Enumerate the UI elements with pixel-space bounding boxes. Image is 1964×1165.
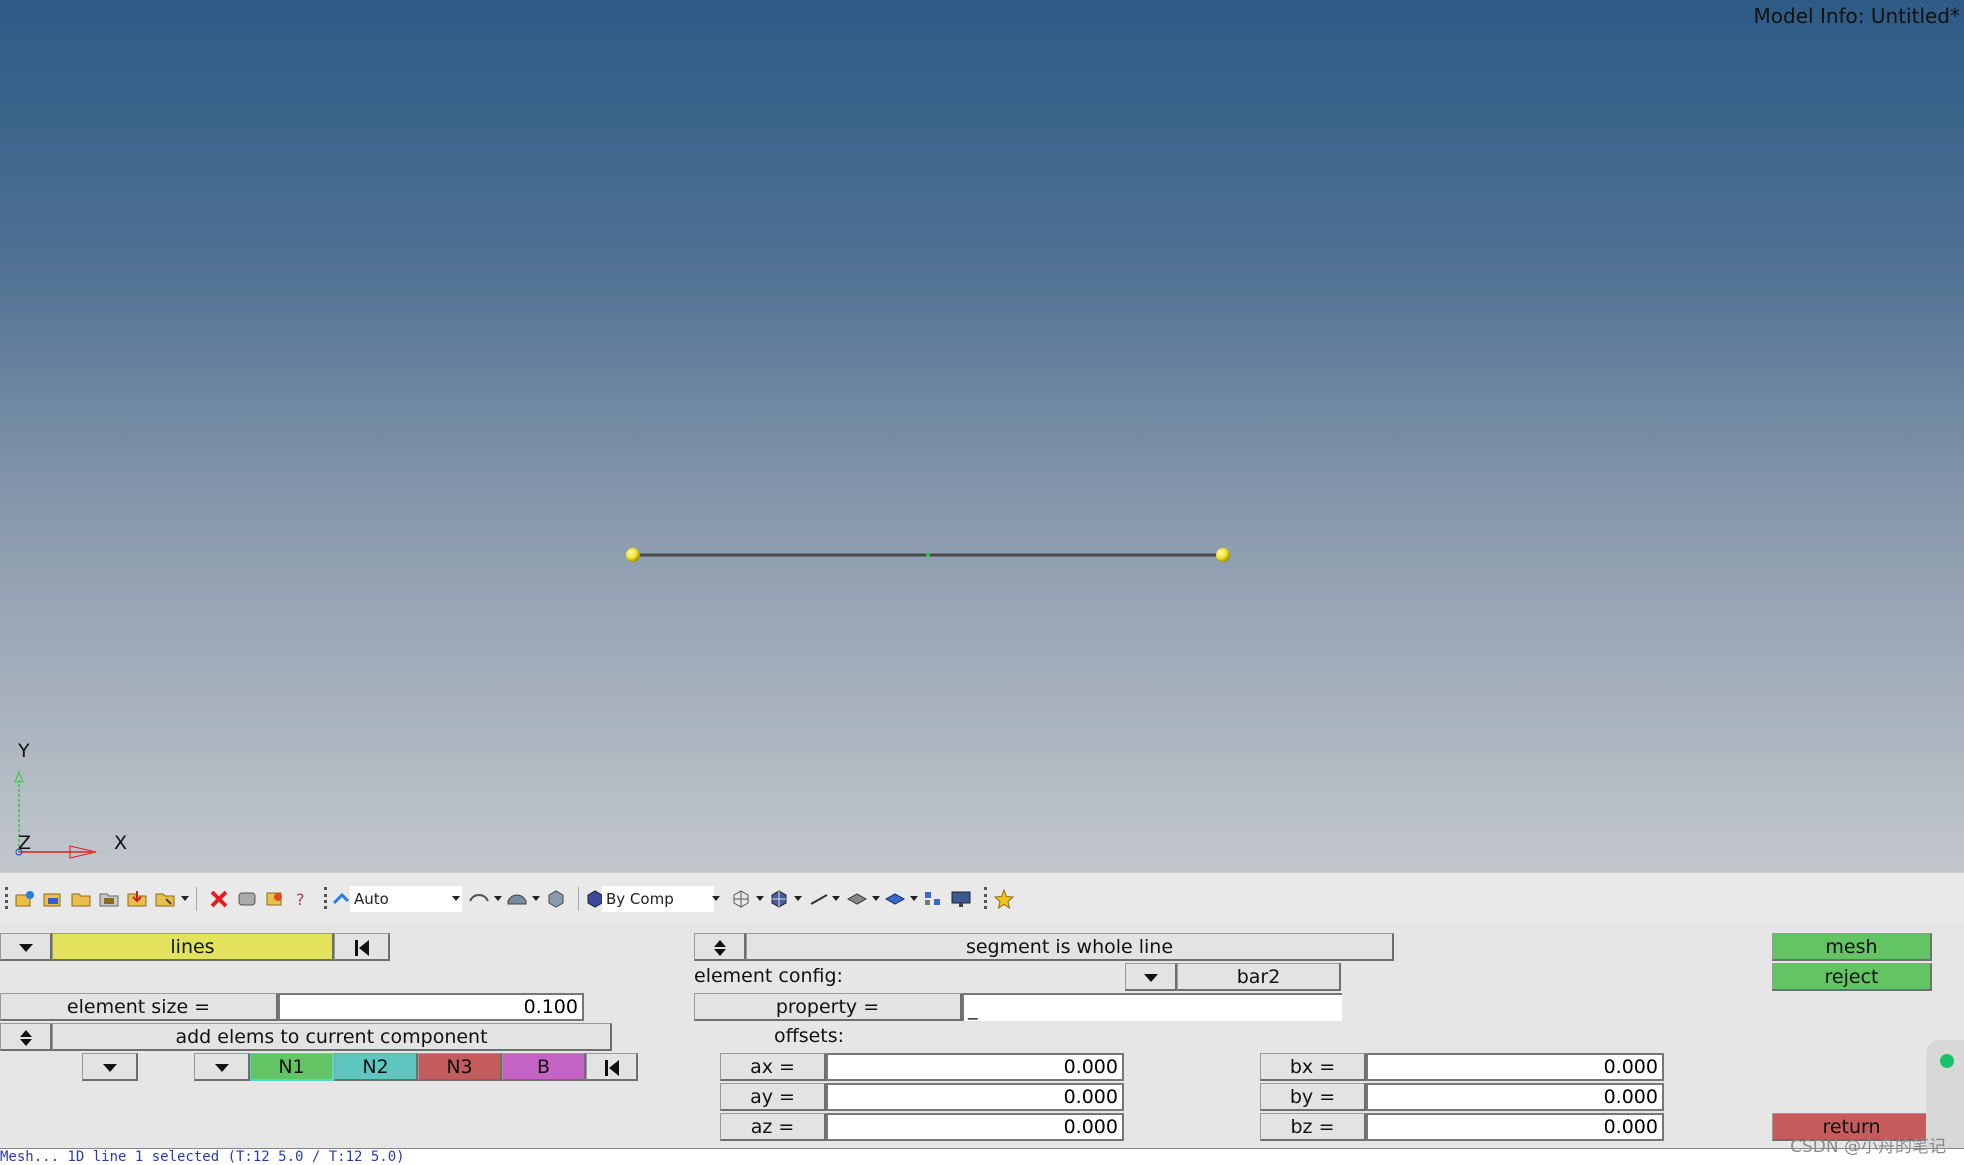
x-axis-label: X — [114, 832, 128, 854]
status-bar: Mesh... 1D line 1 selected (T:12 5.0 / T… — [0, 1148, 1964, 1165]
element-config-value[interactable]: bar2 — [1177, 963, 1341, 991]
watermark: CSDN @小舟的笔记 — [1790, 1137, 1946, 1157]
export-icon[interactable] — [126, 889, 148, 909]
orientation-vector-dropdown[interactable] — [194, 1053, 250, 1081]
element-size-label: element size = — [0, 993, 278, 1021]
element-display-caret[interactable] — [910, 896, 918, 901]
numbers-icon[interactable]: ? — [292, 889, 314, 909]
open-model-icon[interactable] — [42, 889, 64, 909]
by-label: by = — [1260, 1083, 1366, 1111]
graphics-viewport[interactable]: Model Info: Untitled* Y X Z — [0, 0, 1964, 872]
bx-label: bx = — [1260, 1053, 1366, 1081]
chevron-down-icon — [1143, 973, 1158, 982]
n2-button[interactable]: N2 — [334, 1053, 418, 1081]
component-option[interactable]: add elems to current component — [52, 1023, 612, 1051]
lines-reset-button[interactable] — [334, 933, 390, 961]
element-config-dropdown[interactable] — [1125, 963, 1177, 991]
lines-selector[interactable]: lines — [52, 933, 334, 961]
orientation-reset-button[interactable] — [586, 1053, 638, 1081]
line-display-icon[interactable] — [808, 889, 830, 909]
plane-display-caret[interactable] — [872, 896, 880, 901]
shaded-elements-icon[interactable] — [768, 889, 790, 909]
display-monitor-icon[interactable] — [950, 889, 972, 909]
new-model-icon[interactable] — [14, 889, 36, 909]
mesh-button[interactable]: mesh — [1772, 933, 1932, 961]
surface-display-caret[interactable] — [756, 896, 764, 901]
node-start — [626, 548, 640, 562]
node-end — [1216, 548, 1230, 562]
wireframe-icon[interactable] — [468, 889, 490, 909]
export-dropdown-caret[interactable] — [181, 896, 189, 901]
ay-field[interactable] — [826, 1083, 1124, 1111]
color-mode-select[interactable]: By Comp — [602, 886, 714, 912]
az-label: az = — [720, 1113, 826, 1141]
cycle-icon — [19, 1029, 32, 1046]
line-display-caret[interactable] — [832, 896, 840, 901]
z-axis-label: Z — [18, 832, 32, 854]
connectors-icon[interactable] — [922, 889, 944, 909]
ay-label: ay = — [720, 1083, 826, 1111]
az-field[interactable] — [826, 1113, 1124, 1141]
delete-icon[interactable] — [208, 889, 230, 909]
reset-first-icon — [354, 939, 369, 956]
solid-display-icon[interactable] — [545, 889, 567, 909]
toolbar-grip[interactable] — [984, 887, 990, 909]
wireframe-caret[interactable] — [494, 896, 502, 901]
toolbar-grip[interactable] — [5, 887, 11, 909]
ax-label: ax = — [720, 1053, 826, 1081]
import-icon[interactable] — [98, 889, 120, 909]
line-midpoint — [926, 553, 930, 557]
find-icon[interactable] — [264, 889, 286, 909]
model-line[interactable] — [0, 0, 1964, 872]
visual-mode-select[interactable]: Auto — [350, 886, 462, 912]
shaded-elements-caret[interactable] — [794, 896, 802, 901]
export-menu-icon[interactable] — [154, 889, 176, 909]
segment-option[interactable]: segment is whole line — [746, 933, 1394, 961]
visual-mode-caret[interactable] — [452, 896, 460, 901]
reject-button[interactable]: reject — [1772, 963, 1932, 991]
color-mode-caret[interactable] — [712, 896, 720, 901]
mesh-panel: lines segment is whole line mesh element… — [0, 922, 1964, 1164]
chevron-down-icon — [102, 1063, 117, 1072]
main-toolbar: ? Auto By Comp — [0, 872, 1964, 923]
bx-field[interactable] — [1366, 1053, 1664, 1081]
property-selector[interactable]: property = — [694, 993, 962, 1021]
shaded-surface-caret[interactable] — [532, 896, 540, 901]
y-axis-label: Y — [18, 740, 30, 762]
ax-field[interactable] — [826, 1053, 1124, 1081]
offsets-label: offsets: — [774, 1025, 845, 1047]
status-light-icon — [1940, 1054, 1954, 1068]
reset-first-icon — [604, 1059, 619, 1076]
element-size-field[interactable] — [278, 993, 584, 1021]
bz-field[interactable] — [1366, 1113, 1664, 1141]
component-option-toggle[interactable] — [0, 1023, 52, 1051]
chevron-down-icon — [214, 1063, 229, 1072]
surface-display-icon[interactable] — [730, 889, 752, 909]
mask-icon[interactable] — [236, 889, 258, 909]
segment-option-toggle[interactable] — [694, 933, 746, 961]
n3-button[interactable]: N3 — [418, 1053, 502, 1081]
b-button[interactable]: B — [502, 1053, 586, 1081]
cycle-icon — [713, 939, 726, 956]
toolbar-separator — [196, 887, 197, 911]
element-display-icon[interactable] — [884, 889, 906, 909]
shaded-surface-icon[interactable] — [506, 889, 528, 909]
toolbar-separator — [578, 887, 579, 911]
open-folder-icon[interactable] — [70, 889, 92, 909]
svg-text:?: ? — [296, 890, 305, 909]
plane-display-icon[interactable] — [846, 889, 868, 909]
favorite-star-icon[interactable] — [993, 889, 1015, 909]
by-field[interactable] — [1366, 1083, 1664, 1111]
property-field[interactable]: _ — [962, 993, 1342, 1021]
toolbar-grip[interactable] — [324, 887, 330, 909]
lines-selector-dropdown[interactable] — [0, 933, 52, 961]
orientation-mode-dropdown[interactable] — [82, 1053, 138, 1081]
chevron-down-icon — [18, 943, 33, 952]
bz-label: bz = — [1260, 1113, 1366, 1141]
n1-button[interactable]: N1 — [250, 1053, 334, 1081]
element-config-label: element config: — [694, 965, 843, 987]
